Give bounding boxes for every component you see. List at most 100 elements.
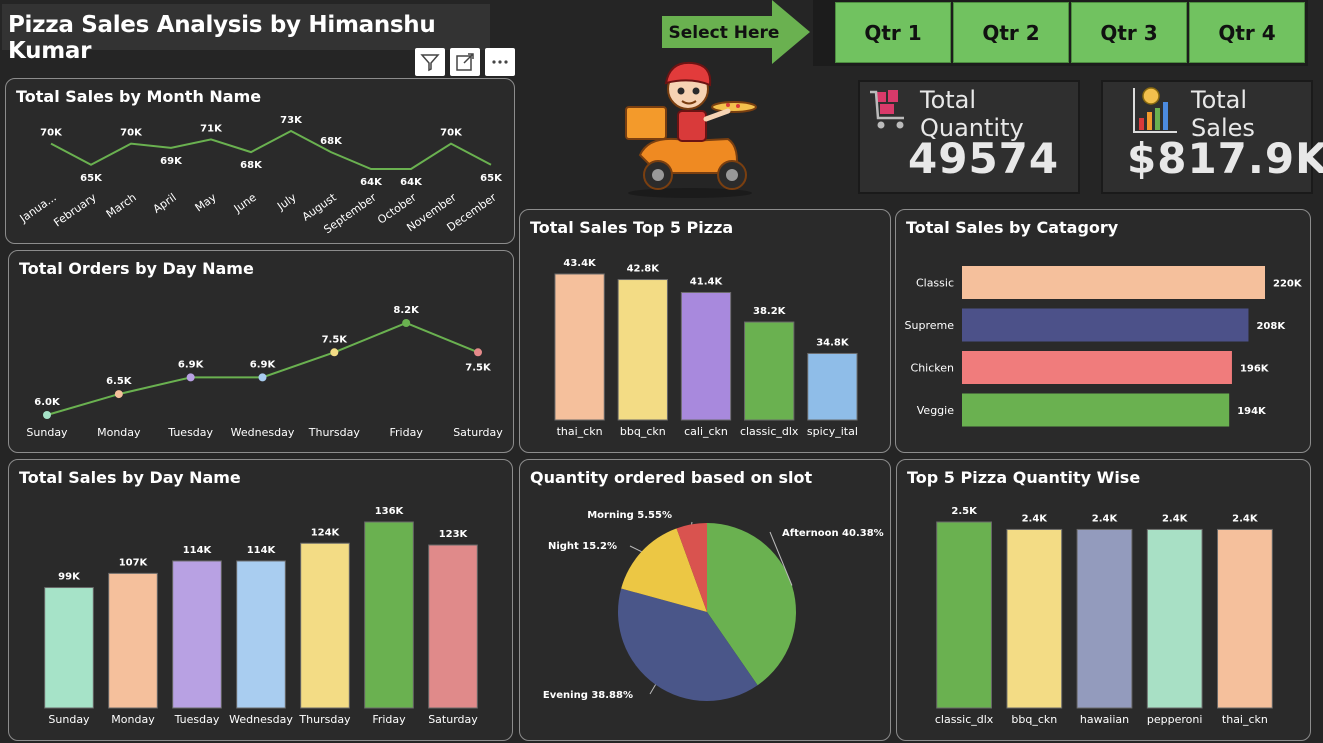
data-label: 68K: [320, 136, 343, 147]
y-tick-label: Supreme: [905, 319, 955, 332]
data-label: 107K: [119, 557, 149, 568]
chart-sales-by-month: 70KJanua...65KFebruary70KMarch69KApril71…: [17, 115, 503, 236]
quarter-slicer: Qtr 1 Qtr 2 Qtr 3 Qtr 4: [813, 0, 1308, 66]
data-label: 208K: [1256, 321, 1286, 332]
qtr-3-button[interactable]: Qtr 3: [1071, 2, 1187, 63]
data-label: 196K: [1240, 364, 1270, 375]
x-tick-label: hawaiian: [1080, 713, 1129, 726]
select-here-label: Select Here: [669, 23, 780, 43]
data-label: 2.4K: [1162, 513, 1189, 524]
kpi-total-sales: Total Sales $817.9K: [1103, 82, 1323, 192]
bar: [172, 560, 222, 709]
report-title-box: Pizza Sales Analysis by Himanshu Kumar: [2, 4, 490, 64]
data-label: 99K: [58, 572, 81, 583]
x-tick-label: Monday: [111, 713, 155, 726]
filter-icon[interactable]: [415, 48, 445, 76]
x-tick-label: classic_dlx: [935, 713, 994, 726]
leader-line: [629, 545, 642, 553]
y-tick-label: Veggie: [917, 404, 954, 417]
bar: [807, 352, 858, 421]
data-label: 114K: [183, 545, 213, 556]
data-label: 42.8K: [627, 264, 661, 275]
x-tick-label: Wednesday: [229, 713, 293, 726]
data-point: [114, 390, 123, 399]
qtr-2-button[interactable]: Qtr 2: [953, 2, 1069, 63]
x-tick-label: Saturday: [428, 713, 478, 726]
more-options-icon[interactable]: [485, 48, 515, 76]
card-top5-quantity: Top 5 Pizza Quantity Wise 2.5K classic_dl…: [896, 459, 1311, 741]
x-tick-label: Friday: [372, 713, 406, 726]
data-label: 69K: [160, 156, 183, 167]
y-tick-label: Classic: [916, 277, 954, 290]
series-line: [50, 129, 492, 170]
bar: [936, 521, 992, 709]
card-quantity-by-slot: Quantity ordered based on slot Afternoon…: [519, 459, 891, 741]
x-tick-label: Tuesday: [167, 426, 213, 439]
data-point: [258, 373, 267, 382]
x-tick-label: Sunday: [48, 713, 90, 726]
chart-sales-by-category: Classic 220K Supreme 208K Chicken 196K Veggie 1…: [905, 266, 1303, 427]
chart-quantity-by-slot: Afternoon 40.38% Evening 38.88% Night 15.2…: [543, 510, 884, 701]
data-label: 6.5K: [106, 376, 133, 387]
qtr-1-button[interactable]: Qtr 1: [835, 2, 951, 63]
bar: [1146, 528, 1203, 709]
data-label: 7.5K: [465, 362, 492, 373]
card-sales-by-month: Total Sales by Month Name 70K Janua... 65K…: [5, 78, 515, 244]
data-label: 41.4K: [690, 276, 724, 287]
data-label: 65K: [480, 173, 503, 184]
x-tick-label: Friday: [389, 426, 423, 439]
bar: [1217, 528, 1273, 709]
x-tick-label: July: [274, 191, 299, 214]
card-sales-by-category: Total Sales by Catagory Classic 220K Supre…: [895, 209, 1311, 453]
bar: [680, 291, 732, 421]
delivery-mascot-image: [610, 55, 770, 200]
data-label: 70K: [40, 128, 63, 139]
bar: [108, 572, 158, 709]
data-point: [402, 319, 411, 327]
data-label: 64K: [400, 177, 423, 188]
data-label: 43.4K: [563, 258, 597, 269]
card-sales-by-day: Total Sales by Day Name 99K Sunday 107K Mon…: [8, 459, 513, 741]
data-label: 70K: [440, 128, 463, 139]
slice-label: Afternoon 40.38%: [782, 528, 884, 539]
x-tick-label: Wednesday: [231, 426, 295, 439]
bar: [962, 351, 1232, 384]
bar: [744, 321, 795, 421]
bar: [962, 308, 1249, 342]
data-label: 70K: [120, 128, 143, 139]
kpi-total-quantity: Total Quantity 49574: [860, 82, 1078, 192]
x-tick-label: thai_ckn: [557, 425, 603, 438]
data-label: 7.5K: [322, 334, 349, 345]
data-point: [186, 373, 195, 382]
data-point: [474, 348, 482, 357]
x-tick-label: thai_ckn: [1222, 713, 1268, 726]
bar: [1006, 528, 1063, 709]
sales-chart-icon: [1133, 87, 1177, 133]
bar: [962, 393, 1230, 427]
data-label: 71K: [200, 123, 223, 134]
card-top5-sales: Total Sales Top 5 Pizza 43.4K thai_ckn 42.…: [519, 209, 891, 453]
bar: [617, 279, 668, 421]
focus-mode-icon[interactable]: [450, 48, 480, 76]
qtr-4-button[interactable]: Qtr 4: [1189, 2, 1305, 63]
x-tick-label: February: [51, 191, 99, 230]
x-tick-label: April: [151, 191, 179, 216]
bar: [428, 544, 478, 709]
x-tick-label: bbq_ckn: [620, 425, 666, 438]
chart-sales-by-day: 99K Sunday 107K Monday 114K Tuesday 114K Wednes…: [44, 506, 478, 726]
x-tick-label: bbq_ckn: [1011, 713, 1057, 726]
bar: [554, 273, 605, 421]
data-label: 8.2K: [393, 305, 420, 316]
data-label: 34.8K: [816, 337, 850, 348]
card-orders-by-day: Total Orders by Day Name 6.0K Sunday 6.5K M…: [8, 250, 514, 453]
data-label: 68K: [240, 160, 263, 171]
data-label: 2.5K: [951, 506, 978, 517]
data-label: 38.2K: [753, 306, 787, 317]
bar: [1076, 528, 1133, 709]
slice-label: Night 15.2%: [548, 541, 617, 552]
x-tick-label: cali_ckn: [684, 425, 728, 438]
data-label: 6.0K: [34, 397, 61, 408]
x-tick-label: pepperoni: [1147, 713, 1203, 726]
data-point: [330, 348, 339, 357]
x-tick-label: Monday: [97, 426, 141, 439]
